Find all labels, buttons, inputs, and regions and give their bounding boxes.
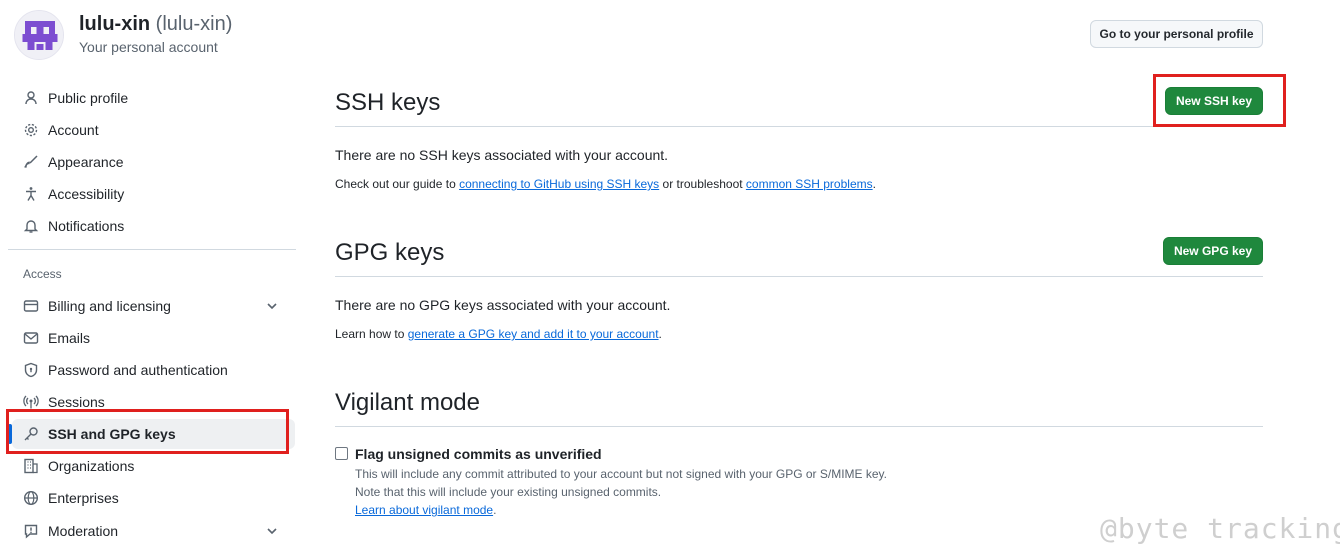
sidebar-item-label: Appearance <box>48 154 124 170</box>
ssh-problems-link[interactable]: common SSH problems <box>746 177 873 191</box>
sidebar-item-label: Notifications <box>48 218 125 234</box>
section-divider <box>335 126 1263 127</box>
shield-lock-icon <box>22 361 40 379</box>
sidebar-item-password[interactable]: Password and authentication <box>12 355 295 385</box>
username-handle: (lulu-xin) <box>155 13 233 35</box>
new-gpg-key-button[interactable]: New GPG key <box>1163 237 1263 265</box>
sidebar-item-organizations[interactable]: Organizations <box>12 451 295 481</box>
sidebar-item-account[interactable]: Account <box>12 115 295 145</box>
ssh-guide-text: Check out our guide to connecting to Git… <box>335 177 876 191</box>
gpg-empty-message: There are no GPG keys associated with yo… <box>335 297 671 313</box>
sidebar-item-appearance[interactable]: Appearance <box>12 147 295 177</box>
report-icon <box>22 522 40 540</box>
username: lulu-xin <box>79 13 151 35</box>
identicon-icon <box>15 11 63 59</box>
ssh-guide-link[interactable]: connecting to GitHub using SSH keys <box>459 177 659 191</box>
gpg-learn-link[interactable]: generate a GPG key and add it to your ac… <box>408 327 659 341</box>
highlight-box-ssh-gpg-nav <box>6 409 289 454</box>
gpg-learn-suffix: . <box>658 327 662 341</box>
paintbrush-icon <box>22 153 40 171</box>
sidebar-item-label: Accessibility <box>48 186 125 202</box>
sidebar-item-emails[interactable]: Emails <box>12 323 295 353</box>
section-divider <box>335 276 1263 277</box>
gear-icon <box>22 121 40 139</box>
sidebar-item-public-profile[interactable]: Public profile <box>12 83 295 113</box>
vigilant-mode-heading: Vigilant mode <box>335 389 480 416</box>
credit-card-icon <box>22 297 40 315</box>
ssh-guide-middle: or troubleshoot <box>659 177 746 191</box>
accessibility-icon <box>22 185 40 203</box>
vigilant-learn-suffix: . <box>493 503 497 517</box>
sidebar-item-label: Account <box>48 122 99 138</box>
sidebar-divider <box>8 249 296 250</box>
sidebar-item-label: Moderation <box>48 523 119 539</box>
vigilant-learn-link[interactable]: Learn about vigilant mode <box>355 503 493 517</box>
sidebar-item-label: Password and authentication <box>48 362 228 378</box>
globe-icon <box>22 489 40 507</box>
vigilant-mode-label[interactable]: Flag unsigned commits as unverified <box>355 446 602 462</box>
vigilant-note-1: This will include any commit attributed … <box>355 467 888 481</box>
ssh-empty-message: There are no SSH keys associated with yo… <box>335 147 669 163</box>
gpg-learn-text: Learn how to generate a GPG key and add … <box>335 327 662 341</box>
gpg-keys-heading: GPG keys <box>335 239 445 266</box>
sidebar-item-label: Organizations <box>48 458 135 474</box>
ssh-guide-suffix: . <box>872 177 876 191</box>
sidebar-item-moderation[interactable]: Moderation <box>12 516 295 546</box>
sidebar-item-label: Emails <box>48 330 91 346</box>
chevron-down-icon[interactable] <box>265 524 279 538</box>
section-divider <box>335 426 1263 427</box>
vigilant-mode-checkbox[interactable] <box>335 447 348 460</box>
ssh-guide-prefix: Check out our guide to <box>335 177 460 191</box>
organization-icon <box>22 457 40 475</box>
sidebar-item-enterprises[interactable]: Enterprises <box>12 483 295 513</box>
chevron-down-icon[interactable] <box>265 299 279 313</box>
sidebar-item-billing[interactable]: Billing and licensing <box>12 291 295 321</box>
vigilant-note-2: Note that this will include your existin… <box>355 485 662 499</box>
mail-icon <box>22 329 40 347</box>
avatar[interactable] <box>14 10 64 60</box>
sidebar-item-notifications[interactable]: Notifications <box>12 211 295 241</box>
go-to-profile-button[interactable]: Go to your personal profile <box>1090 20 1263 48</box>
gpg-learn-prefix: Learn how to <box>335 327 408 341</box>
sidebar-item-label: Sessions <box>48 394 105 410</box>
sidebar-item-label: Public profile <box>48 90 129 106</box>
highlight-box-new-ssh-key <box>1153 74 1286 127</box>
account-name: lulu-xin (lulu-xin) <box>79 13 232 36</box>
account-subtitle: Your personal account <box>79 39 218 55</box>
sidebar-item-label: Billing and licensing <box>48 298 171 314</box>
sidebar-item-label: Enterprises <box>48 490 119 506</box>
vigilant-learn-text: Learn about vigilant mode. <box>355 503 496 517</box>
watermark: @byte tracking <box>1100 512 1340 545</box>
ssh-keys-heading: SSH keys <box>335 89 441 116</box>
person-icon <box>22 89 40 107</box>
sidebar-item-accessibility[interactable]: Accessibility <box>12 179 295 209</box>
bell-icon <box>22 217 40 235</box>
sidebar-heading-access: Access <box>23 267 62 281</box>
